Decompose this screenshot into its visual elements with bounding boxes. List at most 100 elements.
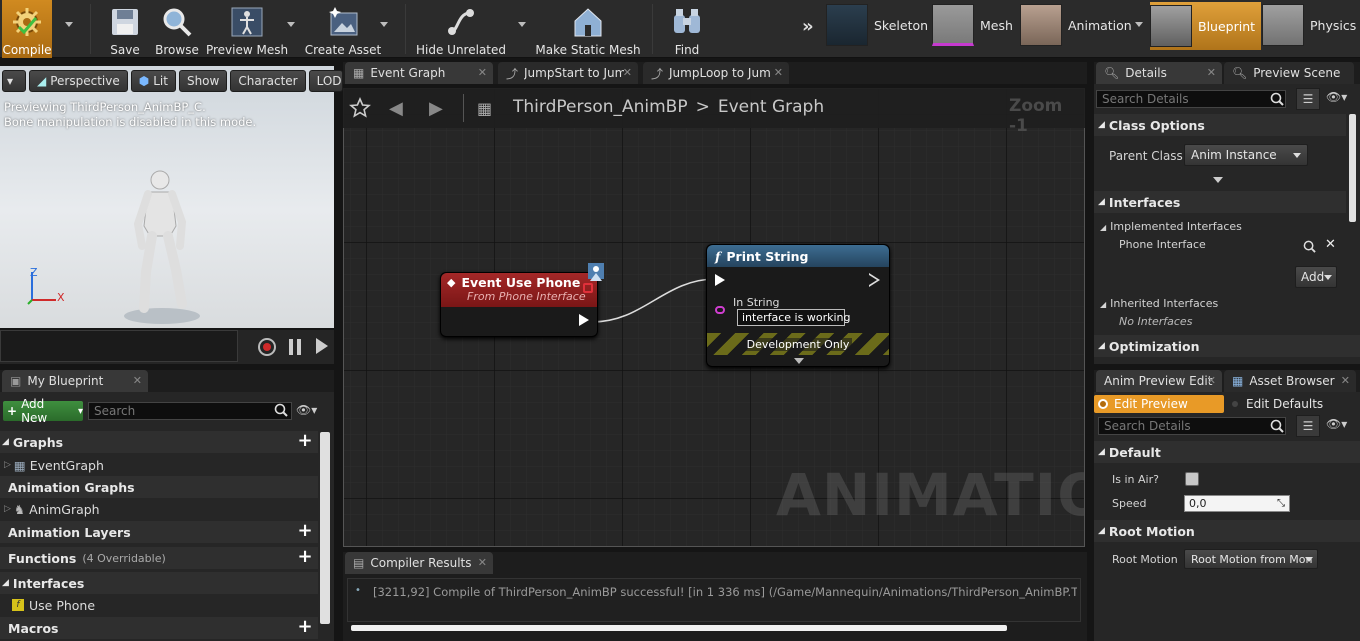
forward-arrow-icon[interactable]: ▶ <box>429 98 443 119</box>
my-blueprint-tab[interactable]: ▣ My Blueprint ✕ <box>2 370 148 392</box>
parent-class-dropdown[interactable]: Anim Instance <box>1184 144 1308 166</box>
add-animation-layer-button[interactable]: + <box>296 522 314 541</box>
add-new-button[interactable]: + Add New ▾ <box>3 397 83 425</box>
list-view-icon[interactable]: ☰ <box>1296 88 1320 110</box>
tab-jumpstart[interactable]: ⤴ JumpStart to Jump ✕ <box>498 62 638 84</box>
toolbar-overflow-icon[interactable]: » <box>802 16 814 37</box>
details-tab[interactable]: 🔍︎ Details ✕ <box>1096 62 1222 84</box>
speed-input[interactable]: 0,0 <box>1184 495 1290 512</box>
graphs-section[interactable]: ◢ Graphs + <box>0 431 318 453</box>
graph-canvas[interactable]: ANIMATION ◆ Event Use Phone From Phone I… <box>343 88 1085 547</box>
make-static-mesh-button[interactable]: Make Static Mesh <box>535 0 641 58</box>
is-in-air-checkbox[interactable] <box>1185 472 1199 486</box>
playback-timeline[interactable] <box>0 330 238 362</box>
remove-interface-close-icon[interactable]: ✕ <box>1325 237 1336 252</box>
compile-button[interactable]: Compile <box>2 0 52 58</box>
close-icon[interactable]: ✕ <box>133 374 142 387</box>
mode-skeleton[interactable]: Skeleton <box>826 2 928 48</box>
event-use-phone-node[interactable]: ◆ Event Use Phone From Phone Interface <box>440 272 598 337</box>
preview-mesh-button[interactable]: Preview Mesh <box>206 0 288 58</box>
horizontal-scrollbar[interactable] <box>351 625 1007 631</box>
interfaces-section[interactable]: ◢ Interfaces <box>0 572 318 594</box>
find-button[interactable]: Find <box>664 0 710 58</box>
play-button[interactable] <box>316 338 328 354</box>
pause-button[interactable] <box>289 339 301 355</box>
viewport-options-button[interactable]: ▾ <box>2 70 26 92</box>
mode-animation[interactable]: Animation <box>1020 2 1132 48</box>
default-section[interactable]: ◢ Default <box>1094 441 1360 463</box>
add-function-button[interactable]: + <box>296 548 314 567</box>
save-button[interactable]: Save <box>102 0 148 58</box>
close-icon[interactable]: ✕ <box>1207 374 1216 387</box>
close-icon[interactable]: ✕ <box>623 66 632 79</box>
mode-mesh[interactable]: Mesh <box>932 2 1013 48</box>
close-icon[interactable]: ✕ <box>1341 374 1350 387</box>
hide-unrelated-dropdown[interactable] <box>518 22 526 27</box>
interfaces-section[interactable]: ◢ Interfaces <box>1094 191 1346 213</box>
favorite-star-icon[interactable] <box>349 97 371 119</box>
compile-options-dropdown[interactable] <box>65 22 73 27</box>
hide-unrelated-button[interactable]: Hide Unrelated <box>416 0 506 58</box>
create-asset-button[interactable]: Create Asset <box>305 0 381 58</box>
close-icon[interactable]: ✕ <box>478 66 487 79</box>
mode-animation-dropdown[interactable] <box>1135 22 1143 27</box>
view-options-eye-icon[interactable]: 👁▾ <box>296 403 317 417</box>
macros-section[interactable]: Macros + <box>0 617 318 639</box>
add-interface-button[interactable]: Add <box>1295 266 1337 288</box>
class-options-section[interactable]: ◢ Class Options <box>1094 114 1346 136</box>
mode-blueprint[interactable]: Blueprint <box>1150 2 1262 50</box>
scrollbar[interactable] <box>1349 114 1356 222</box>
browse-asset-search-icon[interactable] <box>1303 240 1316 253</box>
compiler-results-tab[interactable]: ▤ Compiler Results ✕ <box>345 552 493 574</box>
tab-jumploop[interactable]: ⤴ JumpLoop to Jum ✕ <box>643 62 789 84</box>
edit-defaults-button[interactable]: Edit Defaults <box>1232 395 1323 413</box>
functions-section[interactable]: Functions (4 Overridable) + <box>0 547 318 569</box>
lit-button[interactable]: ⬢ Lit <box>130 70 176 92</box>
view-options-eye-icon[interactable]: 👁▾ <box>1326 90 1347 104</box>
compiler-message[interactable]: [3211,92] Compile of ThirdPerson_AnimBP … <box>373 585 1077 599</box>
create-asset-dropdown[interactable] <box>380 22 388 27</box>
perspective-button[interactable]: ◢ Perspective <box>29 70 128 92</box>
breadcrumb-current[interactable]: Event Graph <box>718 97 824 117</box>
use-phone-item[interactable]: f Use Phone <box>0 594 95 616</box>
edit-preview-button[interactable]: Edit Preview <box>1094 395 1224 413</box>
root-motion-section[interactable]: ◢ Root Motion <box>1094 520 1360 542</box>
add-macro-button[interactable]: + <box>296 618 314 637</box>
optimization-section[interactable]: ◢ Optimization <box>1094 335 1360 357</box>
asset-browser-tab[interactable]: ▦ Asset Browser ✕ <box>1224 370 1356 392</box>
breadcrumb-root[interactable]: ThirdPerson_AnimBP <box>513 97 688 117</box>
anim-graph-item[interactable]: ▷ ♞ AnimGraph <box>0 498 100 520</box>
show-button[interactable]: Show <box>178 70 228 92</box>
mode-physics[interactable]: Physics <box>1262 2 1356 48</box>
lod-button[interactable]: LOD A <box>308 70 343 92</box>
back-arrow-icon[interactable]: ◀ <box>389 98 403 119</box>
browse-button[interactable]: Browse <box>152 0 202 58</box>
scrollbar[interactable] <box>320 432 330 624</box>
anim-search-input[interactable]: Search Details <box>1098 417 1286 435</box>
list-view-icon[interactable]: ☰ <box>1296 415 1320 437</box>
add-graph-button[interactable]: + <box>296 432 314 451</box>
in-string-input[interactable]: interface is working <box>737 309 850 326</box>
preview-viewport[interactable]: Previewing ThirdPerson_AnimBP_C. Bone ma… <box>0 66 334 328</box>
expand-node-arrow[interactable] <box>794 358 804 364</box>
close-icon[interactable]: ✕ <box>1207 66 1216 79</box>
anim-preview-edit-tab[interactable]: Anim Preview Edit ✕ <box>1096 370 1222 392</box>
close-icon[interactable]: ✕ <box>478 556 487 569</box>
close-icon[interactable]: ✕ <box>774 66 783 79</box>
view-options-eye-icon[interactable]: 👁▾ <box>1326 417 1347 431</box>
preview-mesh-dropdown[interactable] <box>287 22 295 27</box>
tab-event-graph[interactable]: ▦ Event Graph ✕ <box>345 62 493 84</box>
root-motion-mode-dropdown[interactable]: Root Motion from Mon <box>1184 549 1318 569</box>
record-button[interactable] <box>258 338 276 356</box>
character-button[interactable]: Character <box>230 70 306 92</box>
delegate-pin[interactable] <box>583 283 593 293</box>
preview-scene-tab[interactable]: 🔍︎ Preview Scene <box>1224 62 1354 84</box>
print-string-node[interactable]: f Print String In String interface is wo… <box>706 244 890 367</box>
details-search-input[interactable]: Search Details <box>1096 90 1286 108</box>
exec-in-pin[interactable] <box>715 274 725 286</box>
animation-layers-section[interactable]: Animation Layers + <box>0 521 318 543</box>
advanced-expand-arrow[interactable] <box>1213 177 1223 183</box>
my-blueprint-search-input[interactable]: Search <box>88 402 292 420</box>
string-pin-icon[interactable] <box>715 306 725 314</box>
event-graph-item[interactable]: ▷ ▦ EventGraph <box>0 454 104 476</box>
